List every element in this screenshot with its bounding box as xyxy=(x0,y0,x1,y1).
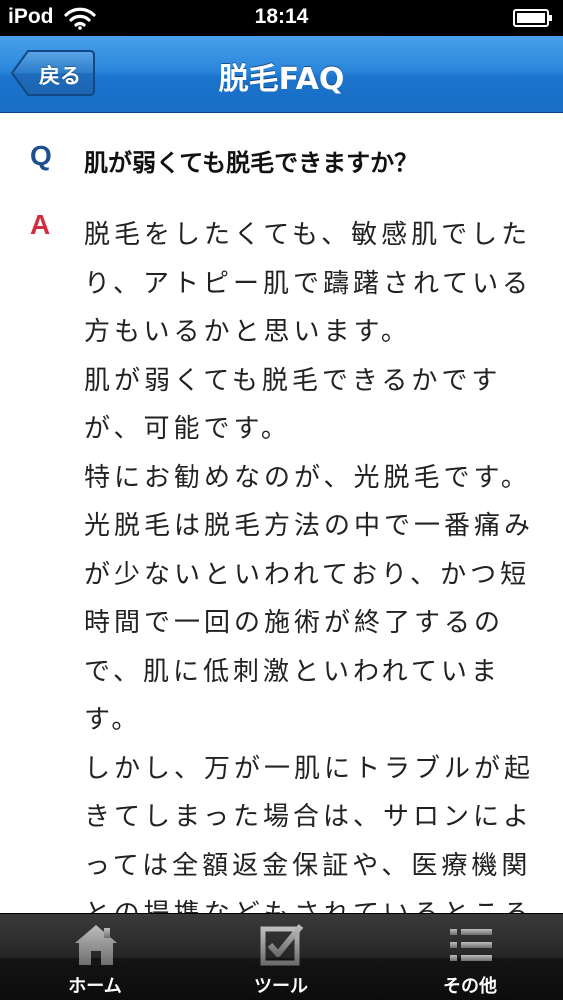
tab-other-label: その他 xyxy=(443,976,497,997)
nav-bar: 戻る 脱毛FAQ xyxy=(0,36,563,113)
tab-home-label: ホーム xyxy=(68,976,122,997)
status-bar: iPod 18:14 xyxy=(0,0,563,36)
screen: iPod 18:14 戻る 脱毛FAQ Q 肌が弱くても脱毛できますか？ A 脱… xyxy=(0,0,563,1000)
tab-bar: ホーム ツール その他 xyxy=(0,913,563,1000)
status-time: 18:14 xyxy=(254,5,309,28)
battery-icon xyxy=(513,9,552,27)
tab-other[interactable]: その他 xyxy=(390,914,550,1000)
page-title: 脱毛FAQ xyxy=(218,62,345,97)
question-text: 肌が弱くても脱毛できますか？ xyxy=(84,149,419,177)
tab-tools[interactable]: ツール xyxy=(201,914,361,1000)
checkbox-icon xyxy=(260,924,304,966)
answer-text: 脱毛をしたくても、敏感肌でしたり、アトピー肌で躊躇されている方もいるかと思います… xyxy=(84,220,535,913)
tab-home[interactable]: ホーム xyxy=(15,914,175,1000)
faq-content[interactable]: Q 肌が弱くても脱毛できますか？ A 脱毛をしたくても、敏感肌でしたり、アトピー… xyxy=(0,113,563,913)
question-marker: Q xyxy=(30,140,52,171)
answer-marker: A xyxy=(30,209,51,240)
tab-tools-label: ツール xyxy=(254,976,308,997)
list-icon xyxy=(450,929,492,961)
home-icon xyxy=(75,925,117,965)
